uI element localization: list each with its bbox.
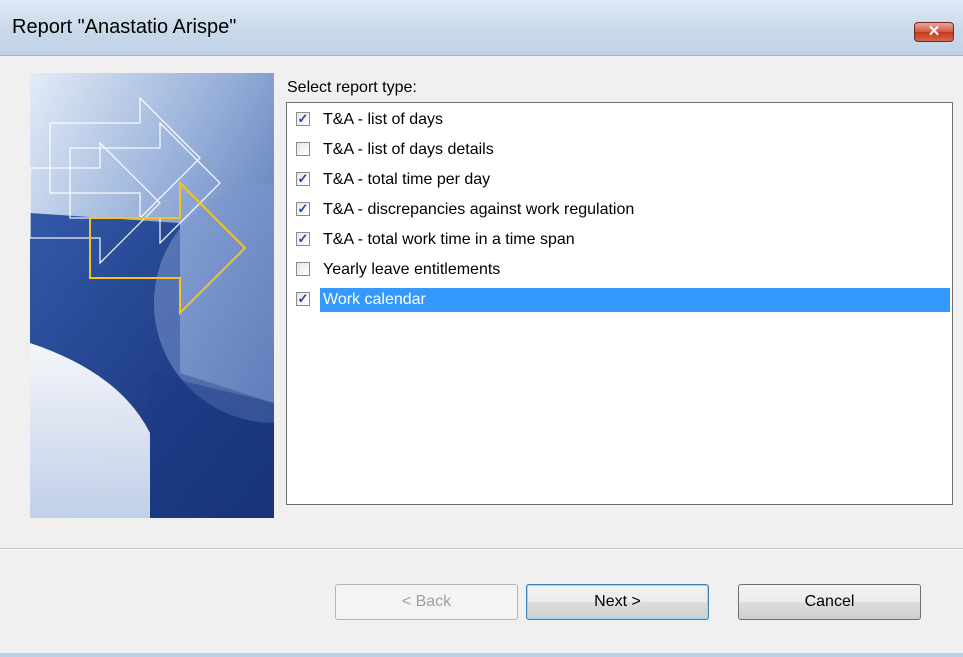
list-item-label: T&A - list of days details <box>323 141 494 158</box>
footer-divider <box>0 548 963 550</box>
next-button[interactable]: Next > <box>526 584 709 620</box>
checkbox[interactable]: ✓ <box>296 232 310 246</box>
list-item-label: T&A - total time per day <box>323 171 491 188</box>
checkbox[interactable] <box>296 142 310 156</box>
list-item-label: T&A - list of days <box>323 111 444 128</box>
list-item[interactable]: ✓ T&A - list of days <box>287 105 950 135</box>
arrows-illustration-icon <box>30 73 274 518</box>
checkbox[interactable] <box>296 262 310 276</box>
window-title: Report "Anastatio Arispe" <box>12 16 237 38</box>
list-item-label: T&A - total work time in a time span <box>323 231 575 248</box>
checkbox[interactable]: ✓ <box>296 112 310 126</box>
list-item[interactable]: ✓ T&A - total time per day <box>287 165 950 195</box>
list-item-label: T&A - discrepancies against work regulat… <box>323 201 635 218</box>
wizard-banner-image <box>30 73 274 518</box>
list-item[interactable]: T&A - list of days details <box>287 135 950 165</box>
select-report-type-label: Select report type: <box>287 79 417 96</box>
title-bar[interactable]: Report "Anastatio Arispe" ✕ <box>0 0 963 56</box>
list-item-label: Work calendar <box>320 288 950 312</box>
back-button[interactable]: < Back <box>335 584 518 620</box>
report-type-checklist[interactable]: ✓ T&A - list of days T&A - list of days … <box>286 102 953 505</box>
checkbox[interactable]: ✓ <box>296 172 310 186</box>
dialog-body: Select report type: ✓ T&A - list of days… <box>0 56 963 653</box>
list-item[interactable]: ✓ Work calendar <box>287 285 950 315</box>
list-item[interactable]: Yearly leave entitlements <box>287 255 950 285</box>
close-icon: ✕ <box>927 23 941 40</box>
list-item[interactable]: ✓ T&A - total work time in a time span <box>287 225 950 255</box>
checkbox[interactable]: ✓ <box>296 292 310 306</box>
close-button[interactable]: ✕ <box>914 22 954 42</box>
window-border <box>0 653 963 657</box>
cancel-button[interactable]: Cancel <box>738 584 921 620</box>
list-item-label: Yearly leave entitlements <box>323 261 501 278</box>
checkbox[interactable]: ✓ <box>296 202 310 216</box>
list-item[interactable]: ✓ T&A - discrepancies against work regul… <box>287 195 950 225</box>
